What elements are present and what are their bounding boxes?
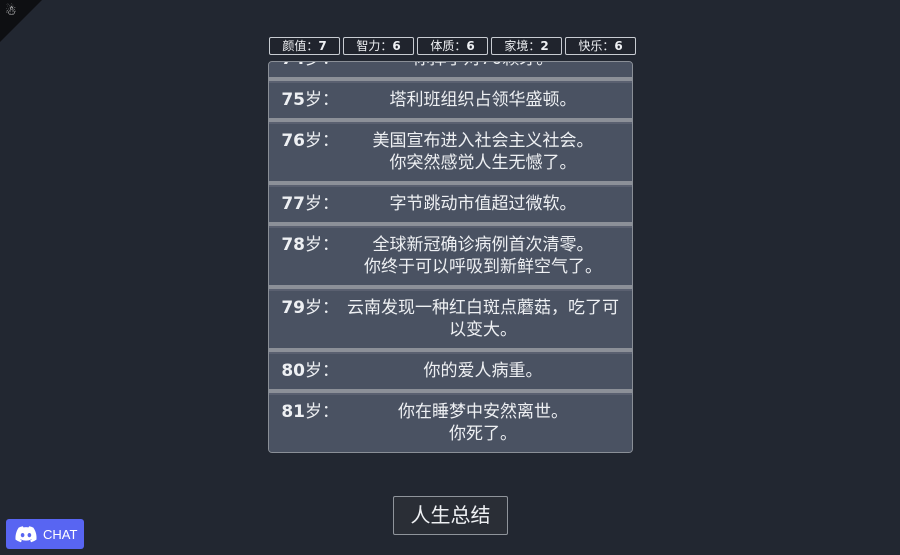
age-unit: 岁： [305,90,339,110]
age-unit: 岁： [305,62,339,69]
stat-0: 颜值：7 [269,37,340,55]
event-text: 全球新冠确诊病例首次清零。 你终于可以呼吸到新鲜空气了。 [343,234,623,278]
stat-value: 2 [540,39,549,53]
event-age: 78岁： [269,234,343,256]
age-unit: 岁： [305,235,339,255]
event-age: 76岁： [269,130,343,152]
life-events-list: 74岁：你掉了对70颗牙。75岁：塔利班组织占领华盛顿。76岁：美国宣布进入社会… [269,62,632,452]
age-number: 75 [281,90,305,110]
life-event-item: 78岁： 全球新冠确诊病例首次清零。 你终于可以呼吸到新鲜空气了。 [269,226,632,289]
life-event-item: 81岁： 你在睡梦中安然离世。 你死了。 [269,393,632,452]
stat-label: 颜值： [282,39,319,53]
event-text-line: 你终于可以呼吸到新鲜空气了。 [364,257,602,277]
event-text: 你掉了对70颗牙。 [343,62,623,70]
age-unit: 岁： [305,131,339,151]
event-text: 云南发现一种红白斑点蘑菇，吃了可以变大。 [343,297,623,341]
discord-chat-button[interactable]: CHAT [6,519,84,549]
event-age: 74岁： [269,62,343,70]
event-text-line: 云南发现一种红白斑点蘑菇，吃了可以变大。 [347,298,619,340]
event-text: 字节跳动市值超过微软。 [343,193,623,215]
stats-bar: 颜值：7 智力：6 体质：6 家境：2 快乐：6 [269,37,636,55]
life-events-panel[interactable]: 74岁：你掉了对70颗牙。75岁：塔利班组织占领华盛顿。76岁：美国宣布进入社会… [268,61,633,453]
stat-label: 家境： [504,39,541,53]
event-text-line: 你掉了对70颗牙。 [343,62,623,70]
event-text: 你的爱人病重。 [343,360,623,382]
chat-label: CHAT [43,526,78,542]
event-text: 塔利班组织占领华盛顿。 [343,89,623,111]
age-number: 81 [281,402,305,422]
event-age: 80岁： [269,360,343,382]
event-age: 77岁： [269,193,343,215]
event-age: 79岁： [269,297,343,319]
event-text-line: 全球新冠确诊病例首次清零。 [372,235,594,255]
stat-2: 体质：6 [417,37,488,55]
stat-label: 智力： [356,39,393,53]
stat-value: 6 [392,39,401,53]
age-number: 79 [281,298,305,318]
stat-1: 智力：6 [343,37,414,55]
life-event-item: 74岁：你掉了对70颗牙。 [269,62,632,81]
stat-value: 6 [614,39,623,53]
age-number: 74 [281,62,305,69]
github-cat-icon[interactable]: ☃ [5,5,21,19]
age-unit: 岁： [305,194,339,214]
event-text: 美国宣布进入社会主义社会。 你突然感觉人生无憾了。 [343,130,623,174]
age-number: 77 [281,194,305,214]
age-unit: 岁： [305,361,339,381]
event-text-line: 你的爱人病重。 [423,361,543,381]
stat-label: 体质： [430,39,467,53]
life-event-item: 80岁： 你的爱人病重。 [269,352,632,393]
life-event-item: 76岁： 美国宣布进入社会主义社会。 你突然感觉人生无憾了。 [269,122,632,185]
stat-value: 6 [466,39,475,53]
event-text-line: 塔利班组织占领华盛顿。 [389,90,577,110]
age-unit: 岁： [305,298,339,318]
stat-3: 家境：2 [491,37,562,55]
discord-icon [15,525,37,542]
stat-label: 快乐： [578,39,615,53]
life-summary-button[interactable]: 人生总结 [393,496,508,535]
event-text: 你在睡梦中安然离世。 你死了。 [343,401,623,445]
age-number: 80 [281,361,305,381]
event-age: 75岁： [269,89,343,111]
life-event-item: 75岁： 塔利班组织占领华盛顿。 [269,81,632,122]
event-text-line: 你死了。 [449,424,517,444]
event-age: 81岁： [269,401,343,423]
event-text-line: 美国宣布进入社会主义社会。 [372,131,594,151]
life-event-item: 79岁： 云南发现一种红白斑点蘑菇，吃了可以变大。 [269,289,632,352]
event-text-line: 你在睡梦中安然离世。 [398,402,568,422]
event-text-line: 字节跳动市值超过微软。 [389,194,577,214]
life-event-item: 77岁： 字节跳动市值超过微软。 [269,185,632,226]
age-unit: 岁： [305,402,339,422]
event-text-line: 你突然感觉人生无憾了。 [389,153,577,173]
stat-4: 快乐：6 [565,37,636,55]
age-number: 78 [281,235,305,255]
stat-value: 7 [318,39,327,53]
age-number: 76 [281,131,305,151]
